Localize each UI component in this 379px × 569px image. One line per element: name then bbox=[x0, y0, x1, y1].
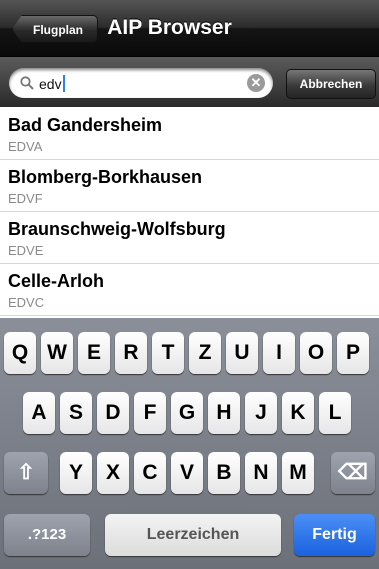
airfield-code: EDVE bbox=[8, 243, 44, 258]
search-icon bbox=[20, 76, 34, 90]
key-s[interactable]: S bbox=[60, 392, 92, 434]
clear-icon[interactable]: ✕ bbox=[247, 74, 265, 92]
key-k[interactable]: K bbox=[282, 392, 314, 434]
done-key[interactable]: Fertig bbox=[294, 514, 375, 556]
delete-key[interactable]: ⌫ bbox=[331, 452, 375, 494]
key-m[interactable]: M bbox=[282, 452, 314, 494]
key-v[interactable]: V bbox=[171, 452, 203, 494]
airfield-code: EDVA bbox=[8, 139, 43, 154]
key-e[interactable]: E bbox=[78, 332, 110, 374]
search-bar: edv ✕ Abbrechen bbox=[0, 57, 379, 107]
cancel-button[interactable]: Abbrechen bbox=[286, 69, 376, 99]
key-x[interactable]: X bbox=[97, 452, 129, 494]
key-o[interactable]: O bbox=[300, 332, 332, 374]
list-item[interactable]: Braunschweig-Wolfsburg EDVE bbox=[0, 212, 379, 264]
key-u[interactable]: U bbox=[226, 332, 258, 374]
airfield-name: Braunschweig-Wolfsburg bbox=[8, 219, 226, 239]
shift-key[interactable]: ⇧ bbox=[4, 452, 48, 494]
text-cursor bbox=[62, 75, 65, 92]
key-l[interactable]: L bbox=[319, 392, 351, 434]
key-c[interactable]: C bbox=[134, 452, 166, 494]
list-item[interactable]: Celle-Arloh EDVC bbox=[0, 264, 379, 316]
airfield-code: EDVC bbox=[8, 295, 45, 310]
key-d[interactable]: D bbox=[97, 392, 129, 434]
key-a[interactable]: A bbox=[23, 392, 55, 434]
results-list: Bad Gandersheim EDVA Blomberg-Borkhausen… bbox=[0, 108, 379, 316]
back-button[interactable]: Flugplan bbox=[12, 15, 98, 43]
airfield-name: Blomberg-Borkhausen bbox=[8, 167, 203, 187]
key-i[interactable]: I bbox=[263, 332, 295, 374]
key-h[interactable]: H bbox=[208, 392, 240, 434]
key-z[interactable]: Z bbox=[189, 332, 221, 374]
key-y[interactable]: Y bbox=[60, 452, 92, 494]
space-key[interactable]: Leerzeichen bbox=[105, 514, 281, 556]
key-n[interactable]: N bbox=[245, 452, 277, 494]
airfield-code: EDVF bbox=[8, 191, 43, 206]
numbers-key[interactable]: .?123 bbox=[4, 514, 90, 556]
key-f[interactable]: F bbox=[134, 392, 166, 434]
list-item[interactable]: Blomberg-Borkhausen EDVF bbox=[0, 160, 379, 212]
search-query: edv bbox=[39, 75, 65, 92]
search-input[interactable]: edv ✕ bbox=[9, 68, 273, 98]
key-p[interactable]: P bbox=[337, 332, 369, 374]
list-item[interactable]: Bad Gandersheim EDVA bbox=[0, 108, 379, 160]
keyboard: Q W E R T Z U I O P A S D F G H J K L ⇧ … bbox=[0, 318, 379, 569]
shift-icon: ⇧ bbox=[17, 461, 35, 484]
key-w[interactable]: W bbox=[41, 332, 73, 374]
airfield-name: Bad Gandersheim bbox=[8, 115, 163, 135]
backspace-icon: ⌫ bbox=[338, 461, 368, 484]
key-r[interactable]: R bbox=[115, 332, 147, 374]
key-g[interactable]: G bbox=[171, 392, 203, 434]
airfield-name: Celle-Arloh bbox=[8, 271, 105, 291]
navigation-bar: AIP Browser Flugplan bbox=[0, 0, 379, 57]
key-b[interactable]: B bbox=[208, 452, 240, 494]
key-t[interactable]: T bbox=[152, 332, 184, 374]
key-q[interactable]: Q bbox=[4, 332, 36, 374]
key-j[interactable]: J bbox=[245, 392, 277, 434]
